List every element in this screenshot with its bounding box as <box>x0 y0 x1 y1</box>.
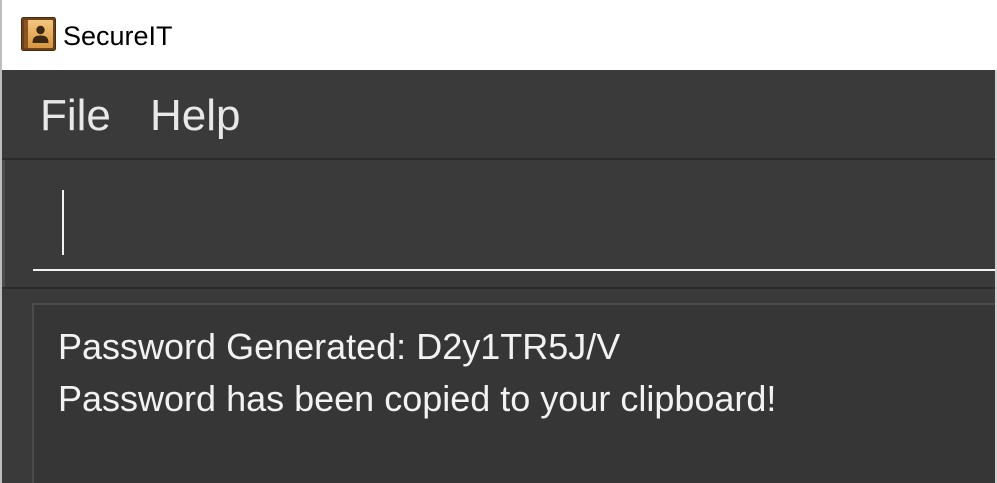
menu-bar: File Help <box>2 70 995 158</box>
icon-page <box>24 20 53 48</box>
menu-help[interactable]: Help <box>150 94 241 138</box>
title-bar: SecureIT <box>0 0 997 70</box>
result-line: Password has been copied to your clipboa… <box>58 378 777 419</box>
app-window: SecureIT File Help Password Generated: D… <box>0 0 997 483</box>
command-input[interactable] <box>33 175 995 269</box>
window-title: SecureIT <box>63 21 173 51</box>
menu-file[interactable]: File <box>40 94 111 138</box>
icon-person-head <box>36 25 45 35</box>
window-border-left <box>0 0 2 483</box>
address-book-icon <box>21 17 56 51</box>
result-line: Password Generated: D2y1TR5J/V <box>58 326 621 367</box>
command-box[interactable] <box>33 175 995 271</box>
text-cursor <box>62 190 64 255</box>
command-box-pane <box>2 160 995 287</box>
icon-spine <box>24 20 28 48</box>
address-book-icon-graphic <box>21 17 56 51</box>
pane-edge <box>2 160 5 287</box>
result-display: Password Generated: D2y1TR5J/V Password … <box>32 303 995 483</box>
